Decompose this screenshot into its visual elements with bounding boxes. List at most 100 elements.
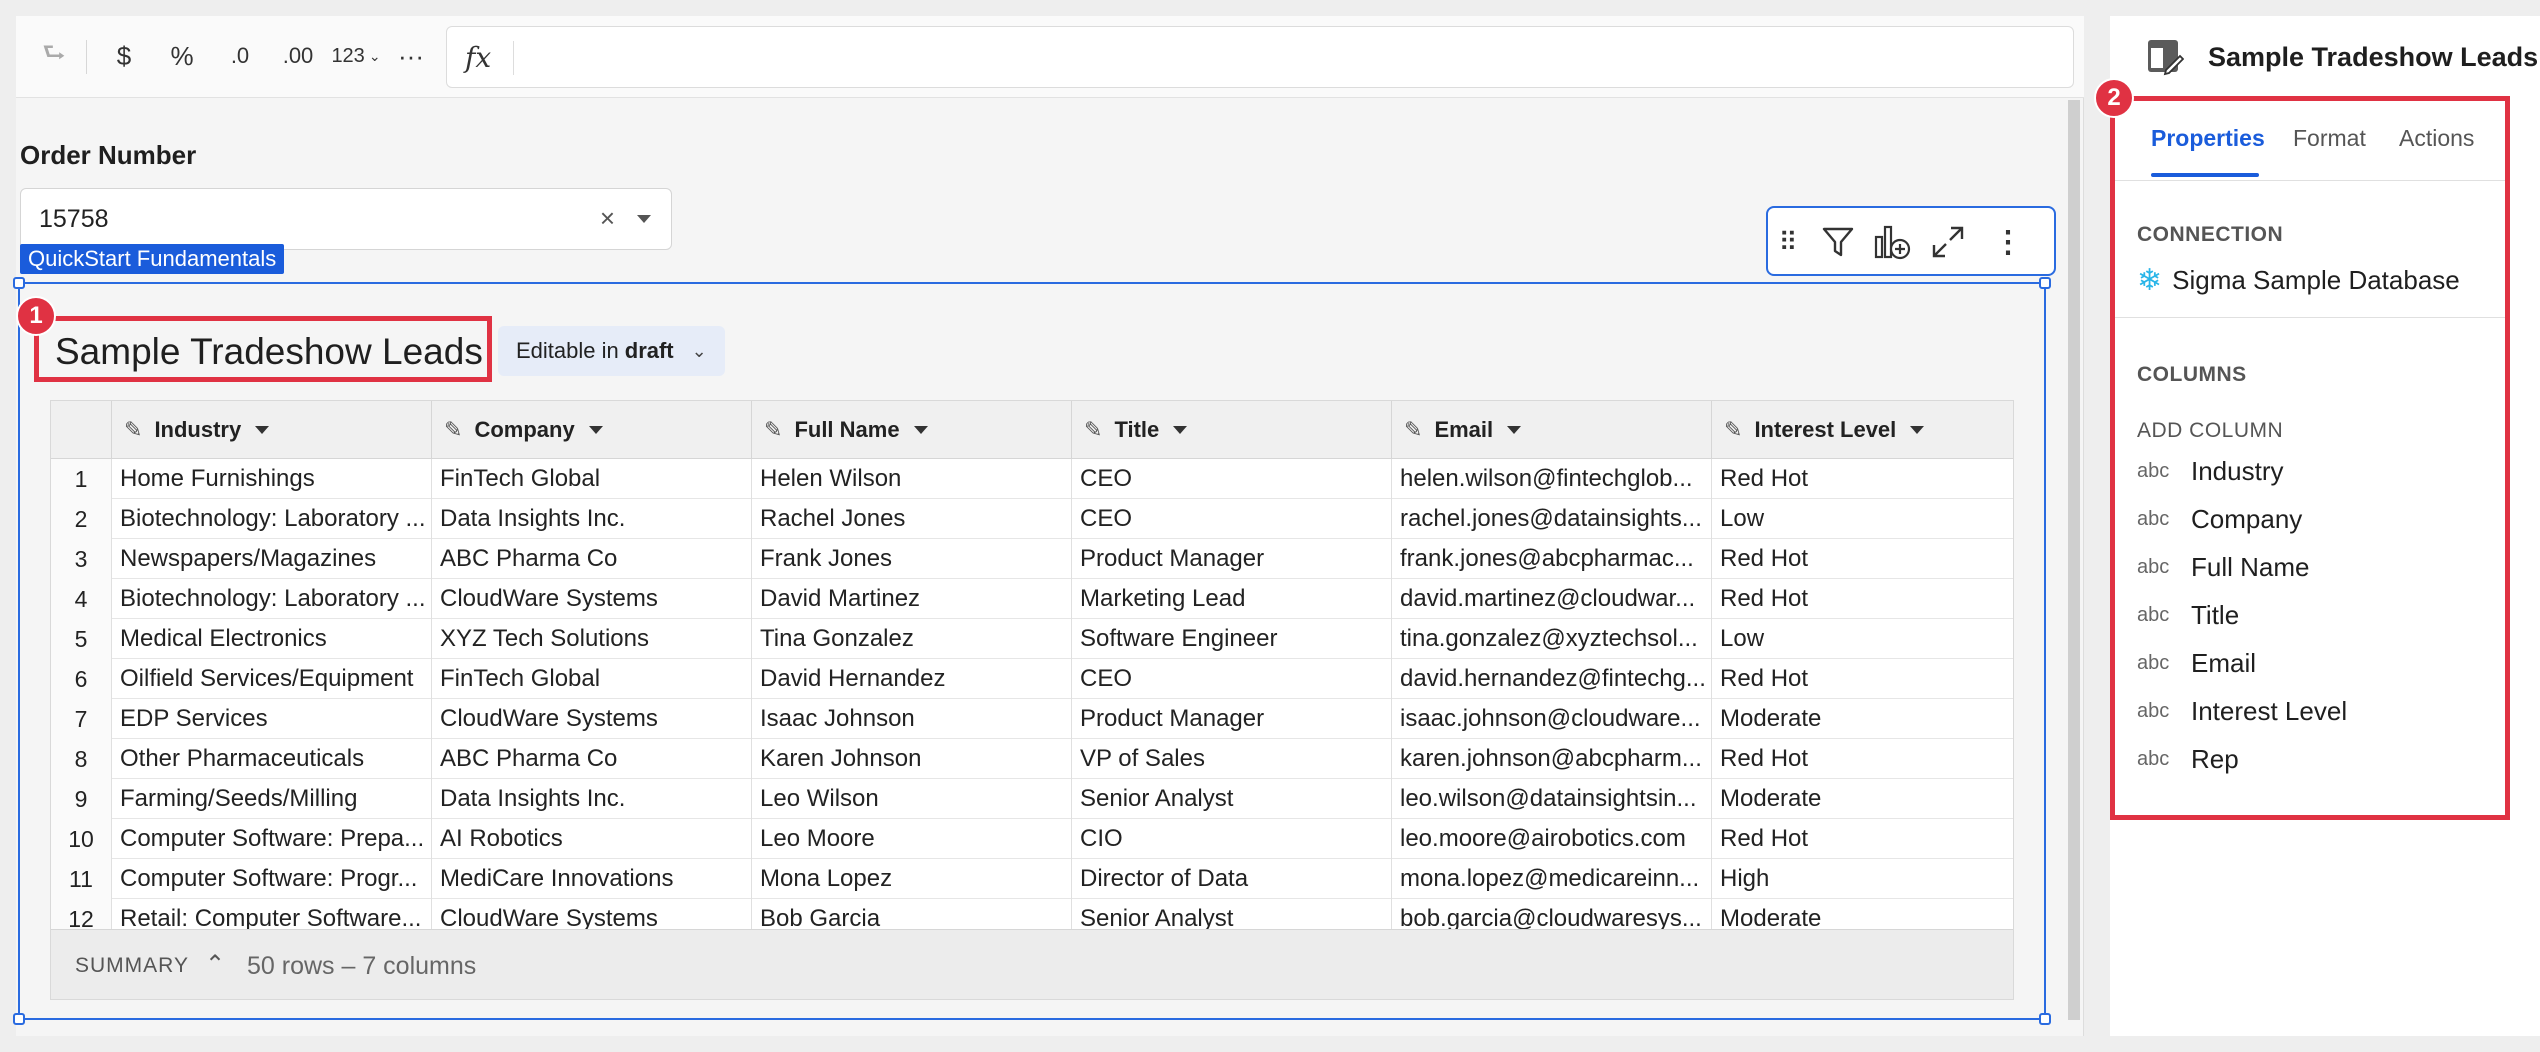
resize-handle[interactable] — [13, 277, 25, 289]
column-header-full-name[interactable]: ✎ Full Name — [751, 401, 1071, 459]
table-cell[interactable]: Computer Software: Prepa... — [111, 819, 431, 859]
table-cell[interactable]: VP of Sales — [1071, 739, 1391, 779]
table-cell[interactable]: Rachel Jones — [751, 499, 1071, 539]
table-cell[interactable]: CIO — [1071, 819, 1391, 859]
table-cell[interactable]: Low — [1711, 619, 2013, 659]
table-cell[interactable]: CEO — [1071, 459, 1391, 499]
table-cell[interactable]: Red Hot — [1711, 579, 2013, 619]
table-row[interactable]: 5 Medical Electronics XYZ Tech Solutions Ti… — [51, 619, 2013, 659]
table-cell[interactable]: Moderate — [1711, 779, 2013, 819]
filter-icon[interactable] — [1818, 222, 1858, 262]
table-cell[interactable]: Retail: Computer Software... — [111, 899, 431, 929]
table-cell[interactable]: leo.moore@airobotics.com — [1391, 819, 1711, 859]
table-cell[interactable]: Home Furnishings — [111, 459, 431, 499]
table-cell[interactable]: Other Pharmaceuticals — [111, 739, 431, 779]
table-cell[interactable]: FinTech Global — [431, 459, 751, 499]
table-cell[interactable]: MediCare Innovations — [431, 859, 751, 899]
summary-toggle[interactable]: SUMMARY — [75, 954, 189, 978]
formula-bar[interactable]: fx — [446, 26, 2074, 88]
table-cell[interactable]: Leo Moore — [751, 819, 1071, 859]
redo-icon[interactable]: ⮑ — [34, 36, 74, 76]
table-row[interactable]: 12 Retail: Computer Software... CloudWare … — [51, 899, 2013, 929]
column-header-company[interactable]: ✎ Company — [431, 401, 751, 459]
editable-state-button[interactable]: Editable in draft ⌄ — [498, 326, 725, 376]
chevron-down-icon[interactable] — [1173, 426, 1188, 434]
table-cell[interactable]: Red Hot — [1711, 659, 2013, 699]
table-cell[interactable]: karen.johnson@abcpharm... — [1391, 739, 1711, 779]
column-list-item[interactable]: abc Interest Level — [2137, 691, 2347, 731]
table-cell[interactable]: Mona Lopez — [751, 859, 1071, 899]
tab-properties[interactable]: Properties — [2151, 125, 2265, 152]
number-format-dropdown[interactable]: 123 ⌄ — [328, 36, 384, 76]
table-cell[interactable]: AI Robotics — [431, 819, 751, 859]
add-chart-icon[interactable] — [1872, 222, 1912, 262]
increase-decimals-button[interactable]: .00 — [268, 36, 328, 76]
column-header-title[interactable]: ✎ Title — [1071, 401, 1391, 459]
table-cell[interactable]: Moderate — [1711, 699, 2013, 739]
clear-icon[interactable]: × — [600, 203, 615, 234]
table-row[interactable]: 6 Oilfield Services/Equipment FinTech Glob… — [51, 659, 2013, 699]
table-cell[interactable]: Product Manager — [1071, 699, 1391, 739]
table-cell[interactable]: EDP Services — [111, 699, 431, 739]
resize-handle[interactable] — [2039, 277, 2051, 289]
column-list-item[interactable]: abc Email — [2137, 643, 2256, 683]
table-row[interactable]: 7 EDP Services CloudWare Systems Isaac John… — [51, 699, 2013, 739]
table-cell[interactable]: Computer Software: Progr... — [111, 859, 431, 899]
table-cell[interactable]: Red Hot — [1711, 539, 2013, 579]
table-cell[interactable]: XYZ Tech Solutions — [431, 619, 751, 659]
table-cell[interactable]: Director of Data — [1071, 859, 1391, 899]
column-list-item[interactable]: abc Title — [2137, 595, 2239, 635]
table-cell[interactable]: Red Hot — [1711, 739, 2013, 779]
table-cell[interactable]: FinTech Global — [431, 659, 751, 699]
resize-handle[interactable] — [2039, 1013, 2051, 1025]
column-list-item[interactable]: abc Rep — [2137, 739, 2239, 779]
table-cell[interactable]: CloudWare Systems — [431, 579, 751, 619]
table-cell[interactable]: ABC Pharma Co — [431, 739, 751, 779]
table-cell[interactable]: helen.wilson@fintechglob... — [1391, 459, 1711, 499]
table-cell[interactable]: Tina Gonzalez — [751, 619, 1071, 659]
chevron-down-icon[interactable] — [588, 426, 603, 434]
table-cell[interactable]: david.martinez@cloudwar... — [1391, 579, 1711, 619]
chevron-down-icon[interactable] — [637, 215, 651, 223]
chevron-up-icon[interactable]: ⌃ — [205, 950, 225, 979]
table-cell[interactable]: Biotechnology: Laboratory ... — [111, 579, 431, 619]
table-cell[interactable]: ABC Pharma Co — [431, 539, 751, 579]
table-row[interactable]: 11 Computer Software: Progr... MediCare In… — [51, 859, 2013, 899]
order-number-select[interactable]: 15758 × — [20, 188, 672, 250]
table-cell[interactable]: bob.garcia@cloudwaresys... — [1391, 899, 1711, 929]
table-cell[interactable]: Senior Analyst — [1071, 779, 1391, 819]
table-row[interactable]: 10 Computer Software: Prepa... AI Robotics… — [51, 819, 2013, 859]
column-list-item[interactable]: abc Industry — [2137, 451, 2284, 491]
table-cell[interactable]: Isaac Johnson — [751, 699, 1071, 739]
decrease-decimals-button[interactable]: .0 — [212, 36, 268, 76]
table-cell[interactable]: Software Engineer — [1071, 619, 1391, 659]
table-cell[interactable]: Leo Wilson — [751, 779, 1071, 819]
table-cell[interactable]: Low — [1711, 499, 2013, 539]
table-cell[interactable]: Farming/Seeds/Milling — [111, 779, 431, 819]
column-header-industry[interactable]: ✎ Industry — [111, 401, 431, 459]
table-row[interactable]: 3 Newspapers/Magazines ABC Pharma Co Frank … — [51, 539, 2013, 579]
table-cell[interactable]: CloudWare Systems — [431, 899, 751, 929]
element-title[interactable]: Sample Tradeshow Leads — [55, 331, 483, 373]
table-row[interactable]: 2 Biotechnology: Laboratory ... Data Insig… — [51, 499, 2013, 539]
table-cell[interactable]: Marketing Lead — [1071, 579, 1391, 619]
column-list-item[interactable]: abc Company — [2137, 499, 2302, 539]
table-cell[interactable]: Data Insights Inc. — [431, 499, 751, 539]
table-cell[interactable]: David Hernandez — [751, 659, 1071, 699]
canvas-scrollbar[interactable] — [2068, 100, 2080, 1020]
table-cell[interactable]: CEO — [1071, 499, 1391, 539]
column-list-item[interactable]: abc Full Name — [2137, 547, 2309, 587]
expand-icon[interactable] — [1928, 222, 1968, 262]
chevron-down-icon[interactable] — [1910, 426, 1925, 434]
currency-format-button[interactable]: $ — [96, 36, 152, 76]
table-cell[interactable]: Medical Electronics — [111, 619, 431, 659]
resize-handle[interactable] — [13, 1013, 25, 1025]
table-cell[interactable]: Red Hot — [1711, 819, 2013, 859]
table-row[interactable]: 4 Biotechnology: Laboratory ... CloudWare … — [51, 579, 2013, 619]
table-cell[interactable]: CEO — [1071, 659, 1391, 699]
table-cell[interactable]: CloudWare Systems — [431, 699, 751, 739]
table-cell[interactable]: Newspapers/Magazines — [111, 539, 431, 579]
tab-format[interactable]: Format — [2293, 125, 2366, 152]
more-vertical-icon[interactable]: ⋮ — [1988, 222, 2028, 262]
table-cell[interactable]: leo.wilson@datainsightsin... — [1391, 779, 1711, 819]
